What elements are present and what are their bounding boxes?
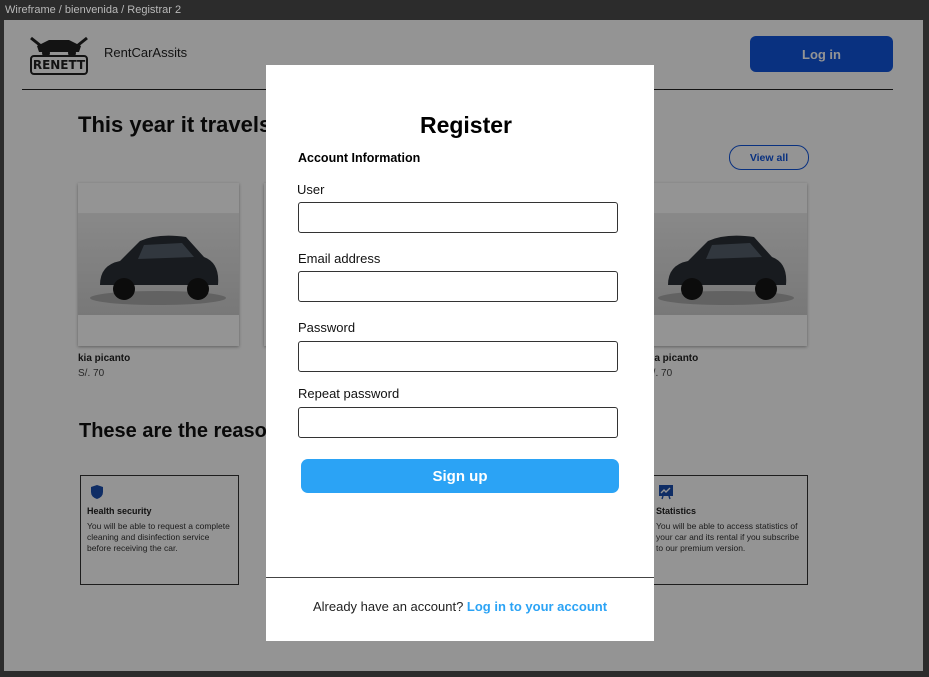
page-frame: RENETT RentCarAssits Log in This year it… xyxy=(4,20,923,671)
password-input[interactable] xyxy=(298,341,618,372)
breadcrumb: Wireframe / bienvenida / Registrar 2 xyxy=(5,4,182,16)
email-input[interactable] xyxy=(298,271,618,302)
email-label: Email address xyxy=(298,251,381,266)
account-info-heading: Account Information xyxy=(298,151,421,165)
login-link[interactable]: Log in to your account xyxy=(467,599,607,614)
modal-title: Register xyxy=(419,112,513,138)
modal-footer: Already have an account? Log in to your … xyxy=(266,599,654,614)
user-input[interactable] xyxy=(298,202,618,233)
user-label: User xyxy=(297,182,325,197)
footer-text: Already have an account? xyxy=(312,599,464,614)
signup-button[interactable]: Sign up xyxy=(301,459,619,493)
modal-divider xyxy=(266,577,654,578)
password-label: Password xyxy=(298,320,356,335)
repeat-password-input[interactable] xyxy=(298,407,618,438)
register-modal: Register Account Information User Email … xyxy=(266,65,654,641)
repeat-password-label: Repeat password xyxy=(298,386,400,401)
canvas-topbar: Wireframe / bienvenida / Registrar 2 xyxy=(0,0,929,20)
